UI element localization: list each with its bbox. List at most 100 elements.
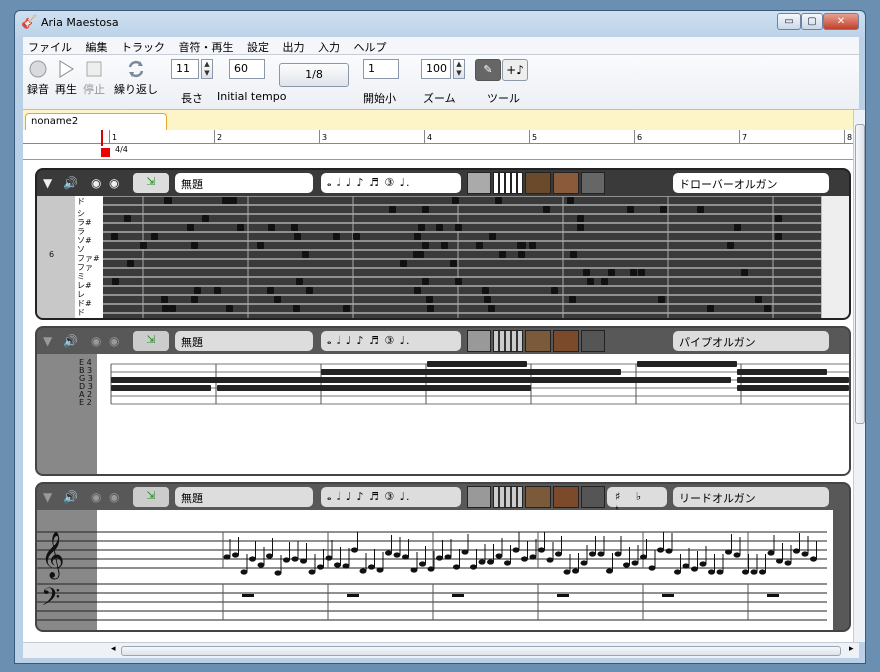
track-name-field[interactable]: 無題 [175, 487, 313, 507]
score-note[interactable] [385, 550, 392, 556]
dock-button[interactable]: ⇲ [133, 487, 169, 507]
grid-note[interactable] [495, 197, 502, 204]
grid-note[interactable] [551, 287, 558, 294]
controller-mode-icon[interactable] [581, 172, 605, 194]
score-note[interactable] [589, 551, 596, 557]
score-note[interactable] [546, 557, 554, 563]
grid-note[interactable] [191, 242, 198, 249]
grid-note[interactable] [237, 224, 244, 231]
grid-note[interactable] [658, 296, 665, 303]
score-mode-icon[interactable] [467, 486, 491, 508]
grid-note[interactable] [353, 233, 360, 240]
grid-note[interactable] [630, 269, 637, 276]
score-note[interactable] [597, 551, 605, 557]
dock-button[interactable]: ⇲ [133, 173, 169, 193]
score-note[interactable] [427, 566, 435, 572]
score-note[interactable] [274, 570, 282, 576]
grid-note[interactable] [291, 224, 298, 231]
tab-note[interactable] [737, 377, 849, 383]
tab-note[interactable] [321, 369, 621, 375]
score-note[interactable] [529, 554, 537, 560]
time-signature-marker[interactable] [101, 148, 110, 157]
score-note[interactable] [351, 547, 358, 553]
grid-note[interactable] [127, 260, 134, 267]
grid-note[interactable] [755, 296, 762, 303]
grid-note[interactable] [296, 278, 303, 285]
score-note[interactable] [708, 569, 715, 575]
score-note[interactable] [487, 559, 494, 565]
score-note[interactable] [266, 553, 273, 559]
score-note[interactable] [665, 548, 673, 554]
menu-notes[interactable]: 音符・再生 [174, 37, 239, 57]
score-note[interactable] [308, 569, 316, 575]
tab-note[interactable] [321, 385, 531, 391]
grid-note[interactable] [569, 296, 576, 303]
keyboard-mode-icon[interactable] [493, 330, 523, 352]
keyboard-mode-icon[interactable] [493, 172, 523, 194]
drum-mode-icon[interactable] [553, 172, 579, 194]
zoom-stepper[interactable]: ▲ ▼ [453, 59, 465, 79]
grid-note[interactable] [202, 215, 209, 222]
grid-note[interactable] [267, 287, 274, 294]
record-button[interactable]: 録音 [25, 59, 51, 97]
score-note[interactable] [682, 563, 690, 569]
grid-note[interactable] [333, 233, 340, 240]
grid-note[interactable] [151, 233, 158, 240]
score-mode-icon[interactable] [467, 330, 491, 352]
score-note[interactable] [572, 568, 579, 574]
grid-note[interactable] [452, 197, 459, 204]
grid-note[interactable] [583, 269, 590, 276]
loop-button[interactable]: 繰り返し [111, 59, 161, 97]
score-note[interactable] [317, 564, 324, 570]
grid-note[interactable] [455, 278, 462, 285]
tab-note[interactable] [427, 361, 527, 367]
grid-note[interactable] [484, 296, 491, 303]
track-name-field[interactable]: 無題 [175, 173, 313, 193]
add-note-tool-button[interactable]: +♪ [502, 59, 528, 81]
grid-note[interactable] [274, 296, 281, 303]
tab-note[interactable] [637, 361, 737, 367]
score-note[interactable] [767, 550, 775, 556]
menu-settings[interactable]: 設定 [242, 37, 274, 57]
grid-note[interactable] [426, 296, 433, 303]
measure-ruler[interactable]: 1 2 3 4 5 6 7 8 4/4 [23, 130, 853, 160]
score-note[interactable] [555, 551, 562, 557]
drum-mode-icon[interactable] [553, 330, 579, 352]
score-mode-icon[interactable] [467, 172, 491, 194]
solo-button[interactable]: ◉ [109, 176, 119, 190]
score-note[interactable] [563, 569, 571, 575]
grid-note-selector[interactable]: 𝅝 𝅗𝅥 ♩ ♪ ♬ ③ ♩. [321, 487, 461, 507]
collapse-icon[interactable]: ▼ [43, 490, 52, 504]
score-note[interactable] [342, 563, 350, 569]
grid-note[interactable] [400, 260, 407, 267]
menu-track[interactable]: トラック [116, 37, 170, 57]
accidentals-selector[interactable]: ♯ ♭ ♮ [607, 487, 667, 516]
drum-mode-icon[interactable] [553, 486, 579, 508]
tab-note[interactable] [217, 385, 322, 391]
controller-mode-icon[interactable] [581, 486, 605, 508]
score-note[interactable] [716, 569, 724, 575]
score-note[interactable] [257, 562, 265, 568]
grid-note[interactable] [194, 287, 201, 294]
score-note[interactable] [436, 555, 443, 561]
tempo-field[interactable]: 60 [229, 59, 265, 79]
length-field[interactable]: 11 [171, 59, 199, 79]
grid-note[interactable] [111, 233, 118, 240]
playhead[interactable] [101, 130, 103, 146]
close-button[interactable]: ✕ [823, 13, 859, 30]
score-note[interactable] [810, 556, 817, 562]
grid-note[interactable] [140, 242, 147, 249]
menu-help[interactable]: ヘルプ [349, 37, 392, 57]
score-note[interactable] [419, 561, 426, 567]
piano-keys[interactable]: ド シ ラ# ラ ソ# ソ ファ# ファ ミ レ# レ ド# ド [75, 196, 103, 318]
score-note[interactable] [470, 564, 477, 570]
guitar-mode-icon[interactable] [525, 330, 551, 352]
score-note[interactable] [521, 556, 528, 562]
grid-note[interactable] [741, 269, 748, 276]
score-note[interactable] [759, 569, 766, 575]
keyboard-mode-icon[interactable] [493, 486, 523, 508]
menu-input[interactable]: 入力 [313, 37, 345, 57]
mute-button[interactable]: ◉ [91, 176, 101, 190]
score-note[interactable] [291, 556, 299, 562]
grid-note[interactable] [727, 242, 734, 249]
